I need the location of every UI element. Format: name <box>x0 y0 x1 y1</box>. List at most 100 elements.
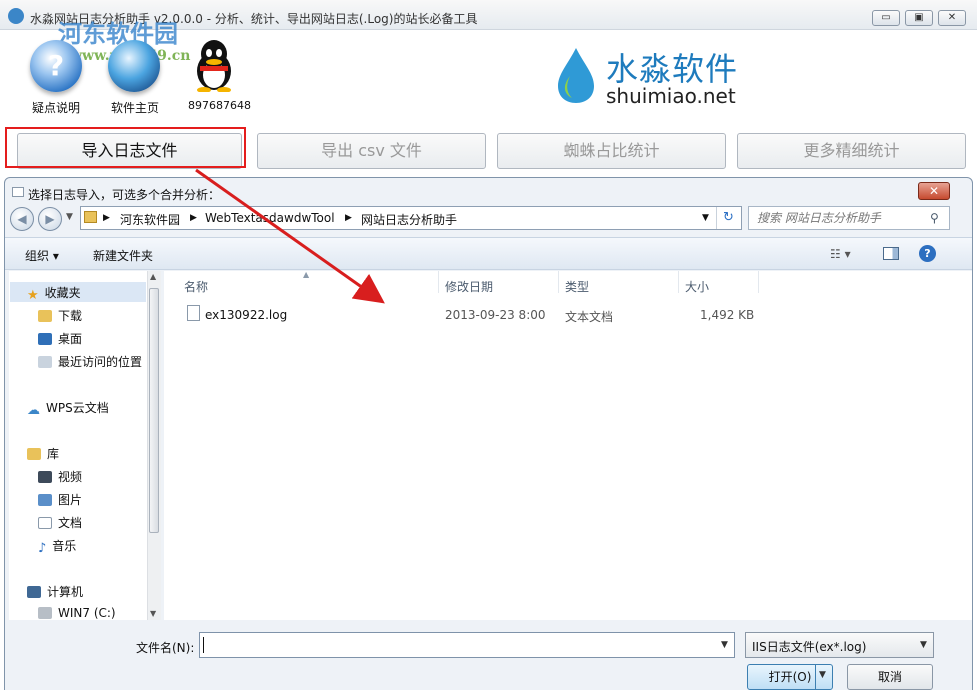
column-divider <box>758 271 759 293</box>
library-icon <box>27 448 41 460</box>
forward-button[interactable]: ▶ <box>38 207 62 231</box>
filetype-select[interactable]: IIS日志文件(ex*.log) <box>745 632 934 658</box>
watermark-text: 河东软件园 <box>58 19 178 48</box>
dialog-close-button[interactable]: ✕ <box>918 182 950 200</box>
folder-icon <box>84 211 97 223</box>
recent-dropdown-icon[interactable]: ▼ <box>66 212 73 222</box>
back-button[interactable]: ◀ <box>10 207 34 231</box>
close-button[interactable]: ✕ <box>938 10 966 26</box>
search-input[interactable]: 搜索 网站日志分析助手 <box>748 206 950 230</box>
nav-favorites-label: 收藏夹 <box>44 286 81 300</box>
minimize-button[interactable]: ▭ <box>872 10 900 26</box>
star-icon: ★ <box>27 288 39 303</box>
export-csv-button[interactable]: 导出 csv 文件 <box>257 133 486 169</box>
maximize-button[interactable]: ▣ <box>905 10 933 26</box>
sort-ascending-icon: ▲ <box>303 270 310 279</box>
more-stats-button[interactable]: 更多精细统计 <box>737 133 966 169</box>
search-icon[interactable]: ⚲ <box>930 211 939 225</box>
brand-url: shuimiao.net <box>606 84 736 108</box>
organize-button[interactable]: 组织 ▾ <box>25 247 59 264</box>
computer-icon <box>27 586 41 598</box>
nav-downloads[interactable]: 下载 <box>38 307 82 324</box>
file-type: 文本文档 <box>565 310 614 324</box>
download-icon <box>38 310 52 322</box>
picture-icon <box>38 494 52 506</box>
filename-label: 文件名(N): <box>136 641 195 655</box>
dialog-title: 选择日志导入，可选多个合并分析： <box>28 188 221 202</box>
desktop-icon <box>38 333 52 345</box>
text-cursor <box>203 637 204 653</box>
spider-stats-button[interactable]: 蜘蛛占比统计 <box>497 133 726 169</box>
nav-computer[interactable]: 计算机 <box>27 583 83 600</box>
nav-desktop[interactable]: 桌面 <box>38 330 82 347</box>
column-header-size[interactable]: 大小 <box>685 278 709 295</box>
breadcrumb-item[interactable]: 网站日志分析助手 <box>361 211 457 228</box>
qq-icon[interactable] <box>192 38 236 92</box>
nav-wps[interactable]: ☁ WPS云文档 <box>27 399 109 418</box>
nav-documents[interactable]: 文档 <box>38 514 82 531</box>
breadcrumb-separator-icon[interactable]: ▶ <box>345 213 352 223</box>
column-divider <box>558 271 559 293</box>
column-divider <box>438 271 439 293</box>
drive-icon <box>38 607 52 619</box>
nav-drive-c[interactable]: WIN7 (C:) <box>38 606 116 620</box>
qq-link[interactable]: 897687648 <box>188 99 251 112</box>
nav-videos[interactable]: 视频 <box>38 468 82 485</box>
nav-pictures-label: 图片 <box>58 493 83 507</box>
help-circle-icon[interactable]: ? <box>919 245 936 262</box>
filename-input[interactable] <box>199 632 735 658</box>
nav-pictures[interactable]: 图片 <box>38 491 82 508</box>
new-folder-button[interactable]: 新建文件夹 <box>93 247 153 264</box>
nav-favorites[interactable]: ★ 收藏夹 <box>27 284 81 303</box>
breadcrumb-separator-icon[interactable]: ▶ <box>190 213 197 223</box>
nav-downloads-label: 下载 <box>58 309 83 323</box>
filetype-dropdown-icon[interactable]: ▼ <box>920 640 927 650</box>
breadcrumb-item[interactable]: 河东软件园 <box>120 211 180 228</box>
cloud-icon: ☁ <box>27 403 40 418</box>
dialog-icon <box>12 187 24 197</box>
nav-recent-label: 最近访问的位置 <box>58 355 143 369</box>
preview-pane-icon[interactable] <box>883 247 899 260</box>
nav-videos-label: 视频 <box>58 470 83 484</box>
file-date: 2013-09-23 8:00 <box>445 308 546 322</box>
nav-scrollbar-thumb[interactable] <box>149 288 159 533</box>
open-split-divider <box>815 665 816 689</box>
nav-music[interactable]: ♪ 音乐 <box>38 537 77 556</box>
text-file-icon <box>187 305 200 321</box>
column-divider <box>678 271 679 293</box>
nav-desktop-label: 桌面 <box>58 332 83 346</box>
document-icon <box>38 517 52 529</box>
column-header-type[interactable]: 类型 <box>565 278 589 295</box>
breadcrumb-separator-icon[interactable]: ▶ <box>103 213 110 223</box>
nav-recent[interactable]: 最近访问的位置 <box>38 353 142 370</box>
highlight-box <box>5 127 246 168</box>
nav-drive-c-label: WIN7 (C:) <box>58 606 116 620</box>
nav-wps-label: WPS云文档 <box>46 401 109 415</box>
scroll-up-icon[interactable]: ▲ <box>150 272 156 281</box>
video-icon <box>38 471 52 483</box>
nav-computer-label: 计算机 <box>47 585 84 599</box>
app-icon <box>8 8 24 24</box>
cancel-button[interactable]: 取消 <box>847 664 933 690</box>
nav-music-label: 音乐 <box>52 539 77 553</box>
refresh-icon[interactable]: ↻ <box>716 207 740 229</box>
view-options-icon[interactable]: ☷ ▾ <box>830 247 851 261</box>
recent-places-icon <box>38 356 52 368</box>
column-header-date[interactable]: 修改日期 <box>445 278 493 295</box>
water-drop-logo-icon <box>558 48 594 103</box>
scroll-down-icon[interactable]: ▼ <box>150 609 156 618</box>
help-icon[interactable]: ? <box>30 40 82 92</box>
nav-libraries[interactable]: 库 <box>27 445 59 462</box>
open-dropdown-icon[interactable]: ▼ <box>819 670 826 680</box>
file-size: 1,492 KB <box>700 308 755 322</box>
music-icon: ♪ <box>38 541 47 556</box>
breadcrumb-item[interactable]: WebTextasdawdwTool <box>205 211 335 225</box>
column-header-name[interactable]: 名称 <box>184 278 208 295</box>
homepage-link[interactable]: 软件主页 <box>111 99 159 116</box>
filename-dropdown-icon[interactable]: ▼ <box>721 640 728 650</box>
help-link[interactable]: 疑点说明 <box>32 99 80 116</box>
file-name[interactable]: ex130922.log <box>205 308 287 322</box>
globe-icon[interactable] <box>108 40 160 92</box>
address-dropdown-icon[interactable]: ▼ <box>702 213 709 223</box>
nav-documents-label: 文档 <box>58 516 83 530</box>
